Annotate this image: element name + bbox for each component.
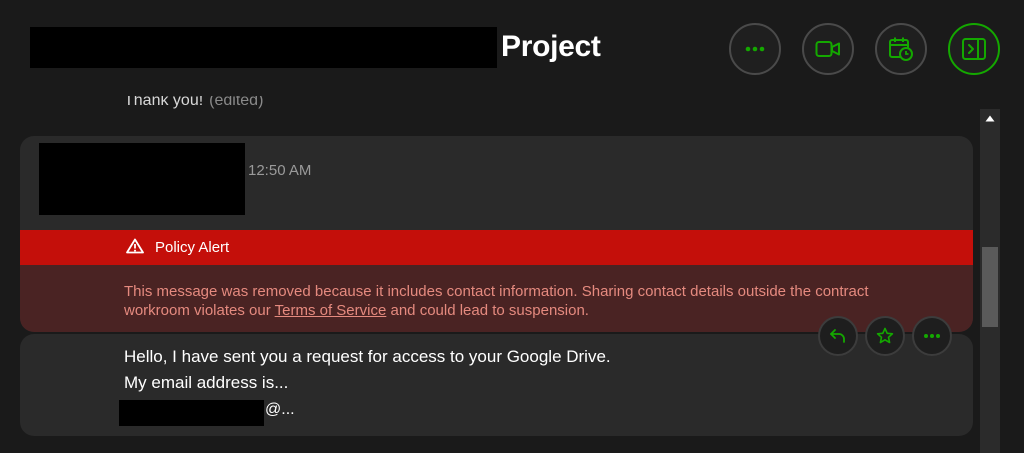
previous-message-text: Thank you!	[124, 96, 204, 109]
triangle-up-icon	[985, 115, 995, 121]
previous-message: Thank you! (edited)	[124, 96, 263, 110]
reply-button[interactable]	[818, 316, 858, 356]
redacted-sender	[39, 143, 245, 215]
thread-scrollbar[interactable]	[980, 109, 1000, 453]
message-timestamp: 12:50 AM	[248, 162, 312, 179]
redacted-title	[30, 27, 497, 68]
message-line-1: Hello, I have sent you a request for acc…	[124, 347, 611, 366]
policy-alert-text: This message was removed because it incl…	[124, 282, 884, 320]
terms-of-service-link[interactable]: Terms of Service	[275, 302, 387, 319]
ellipsis-icon	[924, 334, 940, 338]
alert-text-after: and could lead to suspension.	[386, 302, 589, 319]
video-call-button[interactable]	[802, 23, 854, 75]
sidebar-panel-icon	[962, 38, 986, 60]
message-line-2: My email address is...	[124, 373, 289, 392]
message-more-button[interactable]	[912, 316, 952, 356]
email-suffix: @...	[265, 401, 295, 418]
more-options-button[interactable]	[729, 23, 781, 75]
ellipsis-icon	[745, 46, 765, 52]
scroll-thumb[interactable]	[982, 247, 998, 327]
calendar-clock-icon	[889, 37, 913, 61]
message-thread[interactable]: Thank you! (edited) 12:50 AM Policy Alert…	[0, 96, 1024, 453]
policy-alert-title: Policy Alert	[155, 239, 230, 256]
schedule-button[interactable]	[875, 23, 927, 75]
redacted-email	[119, 400, 264, 426]
video-camera-icon	[815, 41, 840, 57]
page-title: Project	[501, 30, 601, 63]
policy-alert-bar: Policy Alert	[20, 230, 973, 265]
workroom-header: Project	[0, 0, 1024, 96]
removed-message: 12:50 AM Policy Alert This message was r…	[20, 136, 973, 332]
reply-arrow-icon	[830, 329, 845, 343]
edited-label: (edited)	[209, 96, 264, 109]
warning-triangle-icon	[126, 238, 144, 254]
star-icon	[876, 327, 894, 344]
scroll-up-button[interactable]	[980, 109, 1000, 127]
favorite-button[interactable]	[865, 316, 905, 356]
toggle-sidebar-button[interactable]	[948, 23, 1000, 75]
